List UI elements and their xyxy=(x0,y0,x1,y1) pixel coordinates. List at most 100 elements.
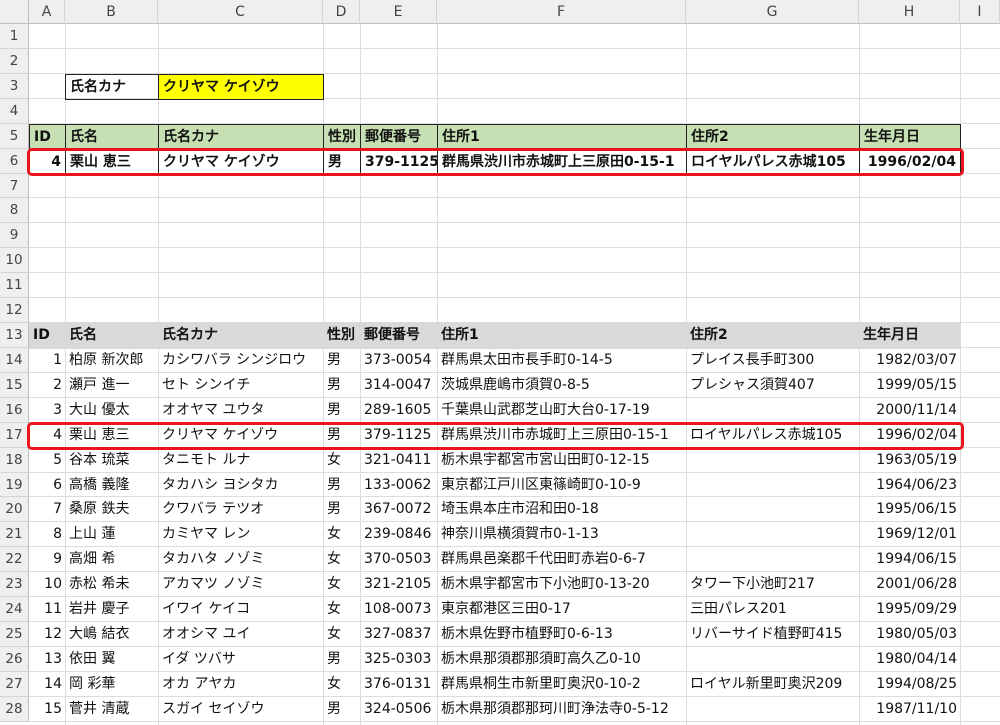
table-cell[interactable]: 133-0062 xyxy=(360,473,438,499)
table-cell[interactable]: 321-2105 xyxy=(360,572,438,598)
row-header-6[interactable]: 6 xyxy=(0,148,29,174)
row-header-19[interactable]: 19 xyxy=(0,472,29,498)
table-cell[interactable]: 赤松 希未 xyxy=(65,572,159,598)
table-header-cell[interactable]: ID xyxy=(29,323,66,349)
table-cell[interactable]: 高橋 義隆 xyxy=(65,473,159,499)
row-header-27[interactable]: 27 xyxy=(0,671,29,697)
result-cell[interactable]: 1996/02/04 xyxy=(859,148,961,175)
search-value-input[interactable]: クリヤマ ケイゾウ xyxy=(158,73,324,100)
table-cell[interactable]: 神奈川県横須賀市0-1-13 xyxy=(437,522,687,548)
table-cell[interactable]: 男 xyxy=(323,473,361,499)
table-cell[interactable] xyxy=(686,547,860,573)
table-cell[interactable]: 2000/11/14 xyxy=(859,398,961,424)
table-cell[interactable]: 男 xyxy=(323,497,361,523)
result-cell[interactable]: 379-1125 xyxy=(360,148,438,175)
table-cell[interactable] xyxy=(686,448,860,474)
table-cell[interactable]: リバーサイド植野町415 xyxy=(686,622,860,648)
table-header-cell[interactable]: 住所1 xyxy=(437,323,687,349)
table-cell[interactable]: 9 xyxy=(29,547,66,573)
table-cell[interactable]: 12 xyxy=(29,622,66,648)
table-cell[interactable]: 1987/11/10 xyxy=(859,697,961,723)
result-cell[interactable]: ロイヤルパレス赤城105 xyxy=(686,148,860,175)
result-header-cell[interactable]: 生年月日 xyxy=(859,123,961,150)
row-header-3[interactable]: 3 xyxy=(0,73,29,99)
table-cell[interactable]: カミヤマ レン xyxy=(158,522,324,548)
table-cell[interactable] xyxy=(686,497,860,523)
result-header-cell[interactable]: 住所1 xyxy=(437,123,687,150)
table-cell[interactable]: 群馬県桐生市新里町奥沢0-10-2 xyxy=(437,672,687,698)
table-cell[interactable]: 108-0073 xyxy=(360,597,438,623)
result-cell[interactable]: 群馬県渋川市赤城町上三原田0-15-1 xyxy=(437,148,687,175)
table-cell[interactable]: 10 xyxy=(29,572,66,598)
table-cell[interactable]: スガイ セイゾウ xyxy=(158,697,324,723)
table-cell[interactable]: 1995/09/29 xyxy=(859,597,961,623)
result-cell[interactable]: クリヤマ ケイゾウ xyxy=(158,148,324,175)
result-header-cell[interactable]: 氏名カナ xyxy=(158,123,324,150)
table-header-cell[interactable]: 住所2 xyxy=(686,323,860,349)
table-cell[interactable]: 15 xyxy=(29,697,66,723)
row-header-23[interactable]: 23 xyxy=(0,572,29,598)
table-cell[interactable]: タカハタ ノゾミ xyxy=(158,547,324,573)
row-header-21[interactable]: 21 xyxy=(0,522,29,548)
table-cell[interactable]: 女 xyxy=(323,597,361,623)
result-header-cell[interactable]: 住所2 xyxy=(686,123,860,150)
column-header-g[interactable]: G xyxy=(686,0,859,24)
table-cell[interactable]: ロイヤルパレス赤城105 xyxy=(686,423,860,449)
table-cell[interactable]: プレシャス須賀407 xyxy=(686,373,860,399)
table-cell[interactable]: 1 xyxy=(29,348,66,374)
table-cell[interactable]: 14 xyxy=(29,672,66,698)
table-cell[interactable]: 1969/12/01 xyxy=(859,522,961,548)
table-cell[interactable] xyxy=(686,398,860,424)
row-header-12[interactable]: 12 xyxy=(0,298,29,324)
table-cell[interactable]: 367-0072 xyxy=(360,497,438,523)
table-cell[interactable]: 岡 彩華 xyxy=(65,672,159,698)
row-header-26[interactable]: 26 xyxy=(0,647,29,672)
table-cell[interactable]: 3 xyxy=(29,398,66,424)
table-cell[interactable]: 上山 蓮 xyxy=(65,522,159,548)
table-cell[interactable]: 群馬県渋川市赤城町上三原田0-15-1 xyxy=(437,423,687,449)
row-header-4[interactable]: 4 xyxy=(0,98,29,124)
row-header-22[interactable]: 22 xyxy=(0,547,29,573)
table-cell[interactable]: 1980/05/03 xyxy=(859,622,961,648)
row-header-5[interactable]: 5 xyxy=(0,123,29,149)
table-cell[interactable]: 高畑 希 xyxy=(65,547,159,573)
table-cell[interactable] xyxy=(686,473,860,499)
table-cell[interactable]: 239-0846 xyxy=(360,522,438,548)
table-cell[interactable]: 1982/03/07 xyxy=(859,348,961,374)
table-cell[interactable]: ロイヤル新里町奥沢209 xyxy=(686,672,860,698)
table-cell[interactable]: 茨城県鹿嶋市須賀0-8-5 xyxy=(437,373,687,399)
column-header-i[interactable]: I xyxy=(960,0,1000,24)
table-cell[interactable]: 瀬戸 進一 xyxy=(65,373,159,399)
table-cell[interactable]: 5 xyxy=(29,448,66,474)
row-header-20[interactable]: 20 xyxy=(0,497,29,523)
table-cell[interactable]: 男 xyxy=(323,423,361,449)
table-cell[interactable] xyxy=(686,522,860,548)
table-cell[interactable]: 女 xyxy=(323,448,361,474)
table-cell[interactable]: 女 xyxy=(323,572,361,598)
table-cell[interactable]: カシワバラ シンジロウ xyxy=(158,348,324,374)
table-cell[interactable]: 女 xyxy=(323,547,361,573)
column-header-f[interactable]: F xyxy=(437,0,686,24)
table-cell[interactable]: 栃木県宇都宮市下小池町0-13-20 xyxy=(437,572,687,598)
select-all-corner[interactable] xyxy=(0,0,29,24)
table-cell[interactable]: 11 xyxy=(29,597,66,623)
table-cell[interactable]: 栃木県佐野市植野町0-6-13 xyxy=(437,622,687,648)
table-cell[interactable]: オカ アヤカ xyxy=(158,672,324,698)
result-header-cell[interactable]: 郵便番号 xyxy=(360,123,438,150)
table-header-cell[interactable]: 性別 xyxy=(323,323,361,349)
result-header-cell[interactable]: ID xyxy=(29,123,66,150)
row-header-24[interactable]: 24 xyxy=(0,597,29,623)
table-cell[interactable]: 4 xyxy=(29,423,66,449)
table-cell[interactable]: タカハシ ヨシタカ xyxy=(158,473,324,499)
table-cell[interactable]: 325-0303 xyxy=(360,647,438,673)
table-cell[interactable]: セト シンイチ xyxy=(158,373,324,399)
table-cell[interactable]: 1994/06/15 xyxy=(859,547,961,573)
table-cell[interactable]: 桑原 鉄夫 xyxy=(65,497,159,523)
table-cell[interactable]: 1999/05/15 xyxy=(859,373,961,399)
table-cell[interactable]: 岩井 慶子 xyxy=(65,597,159,623)
table-cell[interactable]: 289-1605 xyxy=(360,398,438,424)
table-header-cell[interactable]: 氏名カナ xyxy=(158,323,324,349)
table-cell[interactable]: クリヤマ ケイゾウ xyxy=(158,423,324,449)
table-cell[interactable]: 千葉県山武郡芝山町大台0-17-19 xyxy=(437,398,687,424)
table-cell[interactable]: 13 xyxy=(29,647,66,673)
